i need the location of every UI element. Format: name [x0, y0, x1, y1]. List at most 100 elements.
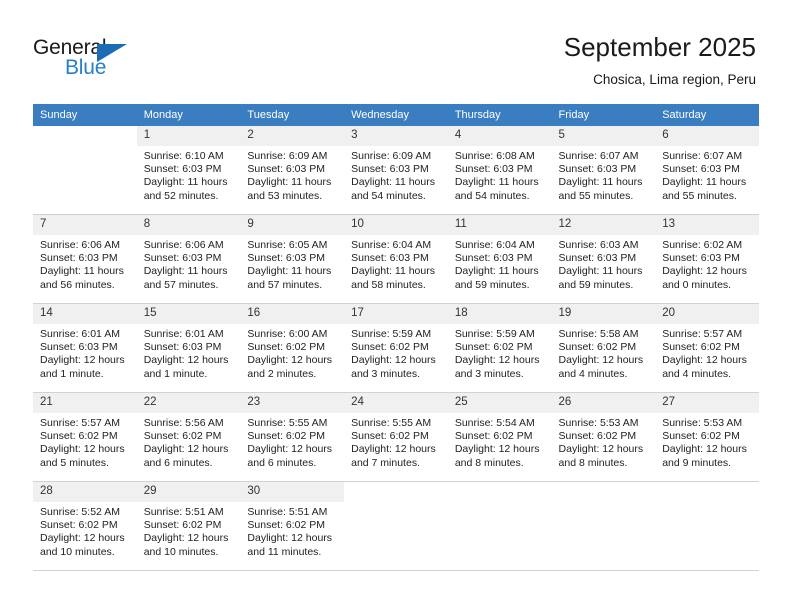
calendar-day-cell[interactable]: 8 Sunrise: 6:06 AM Sunset: 6:03 PM Daylight… [136, 214, 241, 304]
calendar-day-cell[interactable]: 9 Sunrise: 6:05 AM Sunset: 6:03 PM Daylight… [240, 214, 345, 304]
day-sun-info: Sunrise: 5:51 AM Sunset: 6:02 PM Daylight:… [137, 502, 241, 559]
day-info-sunrise: Sunrise: 6:08 AM [454, 150, 535, 162]
calendar-day-cell[interactable]: 29 Sunrise: 5:51 AM Sunset: 6:02 PM Dayligh… [136, 481, 241, 571]
day-info-daylight2: and 55 minutes. [558, 189, 634, 202]
day-info-sunrise: Sunrise: 5:58 AM [558, 328, 639, 340]
calendar-day-cell[interactable]: 15 Sunrise: 6:01 AM Sunset: 6:03 PM Dayligh… [136, 303, 241, 393]
day-info-sunrise: Sunrise: 5:53 AM [662, 417, 743, 429]
calendar-week-row: 28 Sunrise: 5:52 AM Sunset: 6:02 PM Dayligh… [33, 481, 759, 571]
calendar-day-cell[interactable]: 22 Sunrise: 5:56 AM Sunset: 6:02 PM Dayligh… [136, 392, 241, 482]
day-info-daylight2: and 53 minutes. [247, 189, 323, 202]
weekday-header-friday: Friday [551, 104, 656, 126]
calendar-day-cell[interactable]: 25 Sunrise: 5:54 AM Sunset: 6:02 PM Dayligh… [447, 392, 552, 482]
day-info-sunset: Sunset: 6:03 PM [351, 163, 429, 176]
day-info-sunrise: Sunrise: 6:10 AM [143, 150, 224, 162]
day-info-daylight2: and 4 minutes. [558, 367, 628, 380]
day-info-sunset: Sunset: 6:03 PM [40, 341, 118, 354]
calendar-day-cell[interactable]: 2 Sunrise: 6:09 AM Sunset: 6:03 PM Daylight… [240, 126, 345, 215]
day-number: 20 [655, 304, 759, 324]
calendar-day-cell[interactable]: 19 Sunrise: 5:58 AM Sunset: 6:02 PM Dayligh… [551, 303, 656, 393]
calendar-day-cell[interactable]: 27 Sunrise: 5:53 AM Sunset: 6:02 PM Dayligh… [655, 392, 759, 482]
calendar-day-cell[interactable]: 26 Sunrise: 5:53 AM Sunset: 6:02 PM Dayligh… [551, 392, 656, 482]
calendar-day-cell[interactable]: 23 Sunrise: 5:55 AM Sunset: 6:02 PM Dayligh… [240, 392, 345, 482]
day-sun-info: Sunrise: 6:07 AM Sunset: 6:03 PM Daylight:… [552, 146, 656, 203]
calendar-day-cell[interactable]: 21 Sunrise: 5:57 AM Sunset: 6:02 PM Dayligh… [33, 392, 137, 482]
day-info-daylight1: Daylight: 12 hours [662, 354, 747, 367]
day-info-daylight2: and 54 minutes. [454, 189, 530, 202]
day-info-sunset: Sunset: 6:03 PM [247, 252, 326, 265]
calendar-day-cell[interactable]: 14 Sunrise: 6:01 AM Sunset: 6:03 PM Dayligh… [33, 303, 137, 393]
day-info-sunrise: Sunrise: 5:56 AM [143, 417, 224, 429]
day-info-daylight2: and 7 minutes. [351, 456, 420, 469]
day-sun-info: Sunrise: 6:07 AM Sunset: 6:03 PM Daylight:… [655, 146, 759, 203]
weekday-header-tuesday: Tuesday [240, 104, 345, 126]
day-info-daylight1: Daylight: 11 hours [454, 176, 539, 189]
calendar-day-cell[interactable]: 16 Sunrise: 6:00 AM Sunset: 6:02 PM Dayligh… [240, 303, 345, 393]
day-number: 25 [447, 393, 552, 413]
day-info-sunrise: Sunrise: 6:03 AM [558, 239, 639, 251]
day-info-daylight1: Daylight: 12 hours [40, 443, 125, 456]
calendar-day-cell[interactable]: 3 Sunrise: 6:09 AM Sunset: 6:03 PM Daylight… [344, 126, 448, 215]
calendar-day-cell[interactable]: 5 Sunrise: 6:07 AM Sunset: 6:03 PM Daylight… [551, 126, 656, 215]
day-sun-info: Sunrise: 5:55 AM Sunset: 6:02 PM Daylight:… [344, 413, 448, 470]
calendar-day-cell[interactable]: 12 Sunrise: 6:03 AM Sunset: 6:03 PM Dayligh… [551, 214, 656, 304]
day-cell: 13 Sunrise: 6:02 AM Sunset: 6:03 PM Dayligh… [655, 215, 759, 303]
calendar-day-cell[interactable]: 4 Sunrise: 6:08 AM Sunset: 6:03 PM Daylight… [447, 126, 552, 215]
calendar-day-cell[interactable]: 11 Sunrise: 6:04 AM Sunset: 6:03 PM Dayligh… [447, 214, 552, 304]
day-info-sunset: Sunset: 6:02 PM [558, 430, 637, 443]
calendar-day-cell[interactable]: 6 Sunrise: 6:07 AM Sunset: 6:03 PM Daylight… [655, 126, 759, 215]
day-cell: 2 Sunrise: 6:09 AM Sunset: 6:03 PM Daylight… [240, 126, 345, 214]
day-info-sunset: Sunset: 6:02 PM [143, 430, 222, 443]
calendar-day-cell[interactable]: 7 Sunrise: 6:06 AM Sunset: 6:03 PM Daylight… [33, 214, 137, 304]
day-info-sunset: Sunset: 6:02 PM [662, 341, 740, 354]
day-sun-info: Sunrise: 5:59 AM Sunset: 6:02 PM Daylight:… [448, 324, 552, 381]
day-info-daylight1: Daylight: 12 hours [558, 354, 644, 367]
day-cell: 12 Sunrise: 6:03 AM Sunset: 6:03 PM Dayligh… [551, 215, 656, 303]
day-info-sunset: Sunset: 6:02 PM [351, 341, 429, 354]
calendar-day-cell[interactable]: 30 Sunrise: 5:51 AM Sunset: 6:02 PM Dayligh… [240, 481, 345, 571]
day-sun-info: Sunrise: 5:56 AM Sunset: 6:02 PM Daylight:… [137, 413, 241, 470]
day-info-sunrise: Sunrise: 6:07 AM [558, 150, 639, 162]
day-sun-info: Sunrise: 6:04 AM Sunset: 6:03 PM Daylight:… [344, 235, 448, 292]
calendar-day-cell [33, 126, 137, 215]
calendar-day-cell [655, 481, 759, 571]
day-number: 18 [447, 304, 552, 324]
day-number [655, 482, 759, 502]
calendar-day-cell[interactable]: 20 Sunrise: 5:57 AM Sunset: 6:02 PM Dayligh… [655, 303, 759, 393]
calendar-day-cell[interactable]: 18 Sunrise: 5:59 AM Sunset: 6:02 PM Dayligh… [447, 303, 552, 393]
day-sun-info: Sunrise: 5:52 AM Sunset: 6:02 PM Daylight:… [33, 502, 137, 559]
day-info-sunrise: Sunrise: 5:57 AM [40, 417, 120, 429]
calendar-page: General Blue September 2025 Chosica, Lim… [0, 0, 792, 612]
day-info-daylight2: and 10 minutes. [40, 545, 115, 558]
calendar-day-cell[interactable]: 13 Sunrise: 6:02 AM Sunset: 6:03 PM Dayligh… [655, 214, 759, 304]
day-info-daylight2: and 6 minutes. [247, 456, 317, 469]
day-cell: 19 Sunrise: 5:58 AM Sunset: 6:02 PM Dayligh… [551, 304, 656, 392]
day-info-daylight1: Daylight: 12 hours [662, 443, 747, 456]
calendar-day-cell[interactable]: 10 Sunrise: 6:04 AM Sunset: 6:03 PM Dayligh… [344, 214, 448, 304]
day-info-daylight1: Daylight: 11 hours [247, 265, 332, 278]
day-info-daylight2: and 59 minutes. [454, 278, 530, 291]
day-sun-info: Sunrise: 5:59 AM Sunset: 6:02 PM Daylight:… [344, 324, 448, 381]
calendar-day-cell[interactable]: 17 Sunrise: 5:59 AM Sunset: 6:02 PM Dayligh… [344, 303, 448, 393]
calendar-day-cell[interactable]: 24 Sunrise: 5:55 AM Sunset: 6:02 PM Dayligh… [344, 392, 448, 482]
empty-day-cell [552, 482, 656, 570]
day-info-sunrise: Sunrise: 5:59 AM [454, 328, 535, 340]
day-cell: 24 Sunrise: 5:55 AM Sunset: 6:02 PM Dayligh… [344, 393, 448, 481]
day-info-daylight1: Daylight: 11 hours [40, 265, 124, 278]
day-info-daylight2: and 52 minutes. [143, 189, 219, 202]
day-sun-info: Sunrise: 5:53 AM Sunset: 6:02 PM Daylight:… [552, 413, 656, 470]
calendar-day-cell[interactable]: 28 Sunrise: 5:52 AM Sunset: 6:02 PM Dayligh… [33, 481, 137, 571]
day-cell: 15 Sunrise: 6:01 AM Sunset: 6:03 PM Dayligh… [136, 304, 241, 392]
day-info-sunrise: Sunrise: 6:01 AM [143, 328, 224, 340]
general-blue-logo[interactable]: General Blue [33, 36, 223, 86]
day-cell: 28 Sunrise: 5:52 AM Sunset: 6:02 PM Dayligh… [33, 482, 137, 570]
calendar-day-cell[interactable]: 1 Sunrise: 6:10 AM Sunset: 6:03 PM Daylight… [136, 126, 241, 215]
day-info-sunset: Sunset: 6:02 PM [247, 519, 326, 532]
day-info-daylight2: and 58 minutes. [351, 278, 426, 291]
day-info-sunset: Sunset: 6:03 PM [40, 252, 118, 265]
day-info-sunset: Sunset: 6:03 PM [454, 163, 533, 176]
day-number: 6 [655, 126, 759, 146]
weekday-header-sunday: Sunday [33, 104, 137, 126]
day-cell: 7 Sunrise: 6:06 AM Sunset: 6:03 PM Daylight… [33, 215, 137, 303]
day-cell: 10 Sunrise: 6:04 AM Sunset: 6:03 PM Dayligh… [344, 215, 448, 303]
